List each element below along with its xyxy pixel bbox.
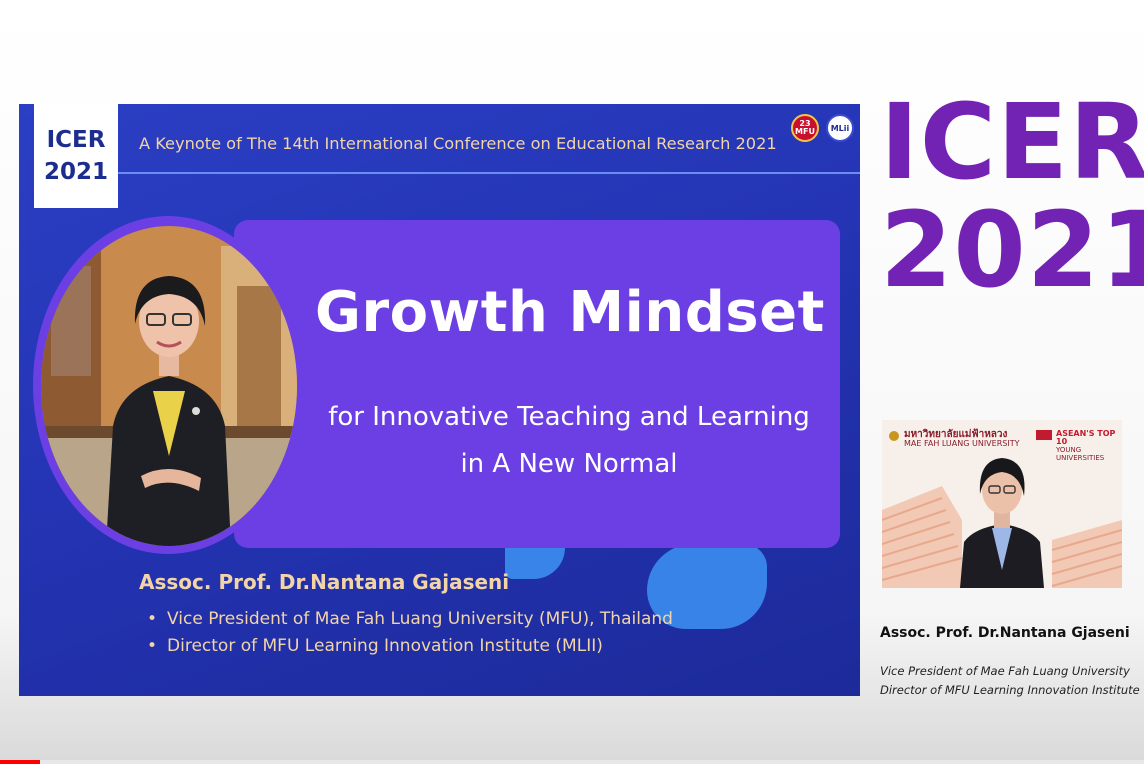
talk-subtitle: for Innovative Teaching and Learning in … <box>309 394 829 488</box>
title-panel <box>234 220 840 548</box>
keynote-slide: ICER 2021 A Keynote of The 14th Internat… <box>19 104 860 696</box>
subtitle-line1: for Innovative Teaching and Learning <box>328 402 810 432</box>
mfu-wordmark: มหาวิทยาลัยแม่ฟ้าหลวง MAE FAH LUANG UNIV… <box>904 429 1020 449</box>
speaker-video-tile: มหาวิทยาลัยแม่ฟ้าหลวง MAE FAH LUANG UNIV… <box>882 420 1122 588</box>
mfu-logo-icon: 23 MFU <box>791 114 819 142</box>
event-title: ICER 2021 <box>880 81 1144 311</box>
video-progress-fill <box>0 760 41 764</box>
asean-line1: ASEAN'S TOP 10 <box>1056 429 1116 446</box>
video-progress-bar[interactable] <box>0 760 1144 764</box>
event-title-line2: 2021 <box>880 189 1144 311</box>
credential-item: Vice President of Mae Fah Luang Universi… <box>147 606 673 633</box>
asean-ranking-badge: ASEAN'S TOP 10 YOUNG UNIVERSITIES <box>1056 429 1122 463</box>
tile-speaker-name: Assoc. Prof. Dr.Nantana Gjaseni <box>880 625 1130 641</box>
talk-title: Growth Mindset <box>315 280 825 345</box>
event-title-line1: ICER <box>880 81 1144 203</box>
asean-line2: YOUNG UNIVERSITIES <box>1056 446 1105 462</box>
logo-left-text: MFU <box>795 127 815 136</box>
tile-role-line2: Director of MFU Learning Innovation Inst… <box>880 683 1140 697</box>
logo-right-text: MLii <box>830 123 850 133</box>
subtitle-line2: in A New Normal <box>460 449 678 479</box>
tile-speaker-roles: Vice President of Mae Fah Luang Universi… <box>880 662 1140 700</box>
speaker-photo-icon <box>41 226 297 546</box>
icer-badge: ICER 2021 <box>34 104 118 208</box>
mfu-thai-name: มหาวิทยาลัยแม่ฟ้าหลวง <box>904 429 1008 440</box>
slide-header: A Keynote of The 14th International Conf… <box>139 134 777 153</box>
speaker-portrait <box>41 226 297 546</box>
mlii-logo-icon: MLii <box>826 114 854 142</box>
header-divider <box>118 172 860 174</box>
badge-line1: ICER <box>46 127 106 153</box>
speaker-name: Assoc. Prof. Dr.Nantana Gajaseni <box>139 570 510 594</box>
mfu-english-name: MAE FAH LUANG UNIVERSITY <box>904 439 1020 448</box>
tile-role-line1: Vice President of Mae Fah Luang Universi… <box>880 664 1130 678</box>
badge-line2: 2021 <box>43 159 108 185</box>
speaker-credentials: Vice President of Mae Fah Luang Universi… <box>147 606 673 660</box>
credential-item: Director of MFU Learning Innovation Inst… <box>147 633 673 660</box>
